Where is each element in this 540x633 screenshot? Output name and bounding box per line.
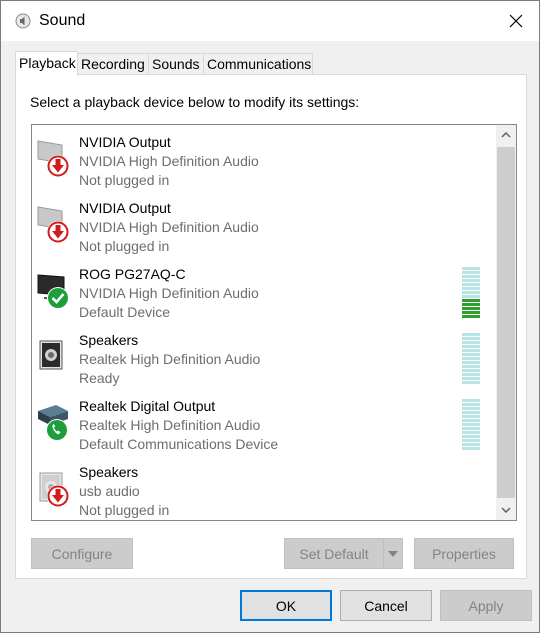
list-item[interactable]: Speakers Realtek High Definition Audio R…: [32, 325, 494, 391]
scroll-down-button[interactable]: [496, 500, 516, 520]
cancel-button[interactable]: Cancel: [340, 590, 432, 621]
tab-recording[interactable]: Recording: [77, 53, 149, 75]
device-name: Speakers: [79, 332, 139, 348]
vertical-scrollbar[interactable]: [496, 125, 516, 520]
volume-meter: [462, 333, 480, 384]
window-title: Sound: [39, 12, 86, 29]
list-item[interactable]: Speakers usb audio Not plugged in: [32, 457, 494, 520]
device-driver: NVIDIA High Definition Audio: [79, 285, 259, 301]
not-plugged-in-icon: [47, 221, 69, 243]
chevron-down-icon: [388, 550, 398, 557]
not-plugged-in-icon: [47, 155, 69, 177]
digital-output-icon: [38, 405, 68, 441]
tab-label: Sounds: [152, 56, 200, 72]
configure-button[interactable]: Configure: [31, 538, 133, 569]
device-driver: usb audio: [79, 483, 140, 499]
tab-playback[interactable]: Playback: [15, 51, 78, 76]
ok-button[interactable]: OK: [240, 590, 332, 621]
not-plugged-in-icon: [47, 485, 69, 507]
device-driver: Realtek High Definition Audio: [79, 417, 261, 433]
monitor-icon: [37, 206, 69, 243]
device-status: Ready: [79, 370, 120, 386]
chevron-down-icon: [501, 507, 511, 513]
device-driver: NVIDIA High Definition Audio: [79, 153, 259, 169]
set-default-dropdown[interactable]: [383, 538, 403, 569]
device-status: Default Device: [79, 304, 171, 320]
scroll-up-button[interactable]: [496, 125, 516, 145]
apply-button[interactable]: Apply: [440, 590, 532, 621]
list-item[interactable]: NVIDIA Output NVIDIA High Definition Aud…: [32, 127, 494, 193]
properties-button[interactable]: Properties: [414, 538, 514, 569]
device-name: Realtek Digital Output: [79, 398, 216, 414]
tab-label: Playback: [19, 55, 76, 71]
close-icon: [509, 14, 523, 28]
phone-icon: [46, 419, 68, 441]
device-driver: NVIDIA High Definition Audio: [79, 219, 259, 235]
close-button[interactable]: [493, 1, 539, 41]
device-list[interactable]: NVIDIA Output NVIDIA High Definition Aud…: [31, 124, 517, 521]
device-name: Speakers: [79, 464, 139, 480]
speaker-icon: [39, 472, 69, 507]
tab-label: Recording: [81, 56, 145, 72]
scroll-thumb[interactable]: [497, 147, 515, 498]
set-default-button[interactable]: Set Default: [284, 538, 384, 569]
monitor-icon: [37, 274, 69, 309]
device-status: Not plugged in: [79, 502, 170, 518]
tab-sounds[interactable]: Sounds: [148, 53, 204, 75]
tab-label: Communications: [207, 56, 312, 72]
device-name: ROG PG27AQ-C: [79, 266, 186, 282]
tab-communications[interactable]: Communications: [203, 53, 313, 75]
instruction-text: Select a playback device below to modify…: [30, 94, 360, 110]
list-item[interactable]: Realtek Digital Output Realtek High Defi…: [32, 391, 494, 457]
device-name: NVIDIA Output: [79, 134, 171, 150]
chevron-up-icon: [501, 132, 511, 138]
sound-dialog: Sound Playback Recording Sounds Communic…: [0, 0, 540, 633]
device-status: Default Communications Device: [79, 436, 279, 452]
playback-panel: Select a playback device below to modify…: [15, 74, 527, 579]
monitor-icon: [37, 140, 69, 177]
list-item[interactable]: NVIDIA Output NVIDIA High Definition Aud…: [32, 193, 494, 259]
volume-meter: [462, 267, 480, 318]
device-status: Not plugged in: [79, 238, 170, 254]
list-item[interactable]: ROG PG27AQ-C NVIDIA High Definition Audi…: [32, 259, 494, 325]
volume-meter: [462, 399, 480, 450]
device-driver: Realtek High Definition Audio: [79, 351, 261, 367]
title-bar: Sound: [1, 1, 539, 41]
default-check-icon: [47, 287, 69, 309]
speaker-icon: [39, 340, 63, 370]
device-status: Not plugged in: [79, 172, 170, 188]
speaker-icon: [15, 13, 31, 29]
device-name: NVIDIA Output: [79, 200, 171, 216]
